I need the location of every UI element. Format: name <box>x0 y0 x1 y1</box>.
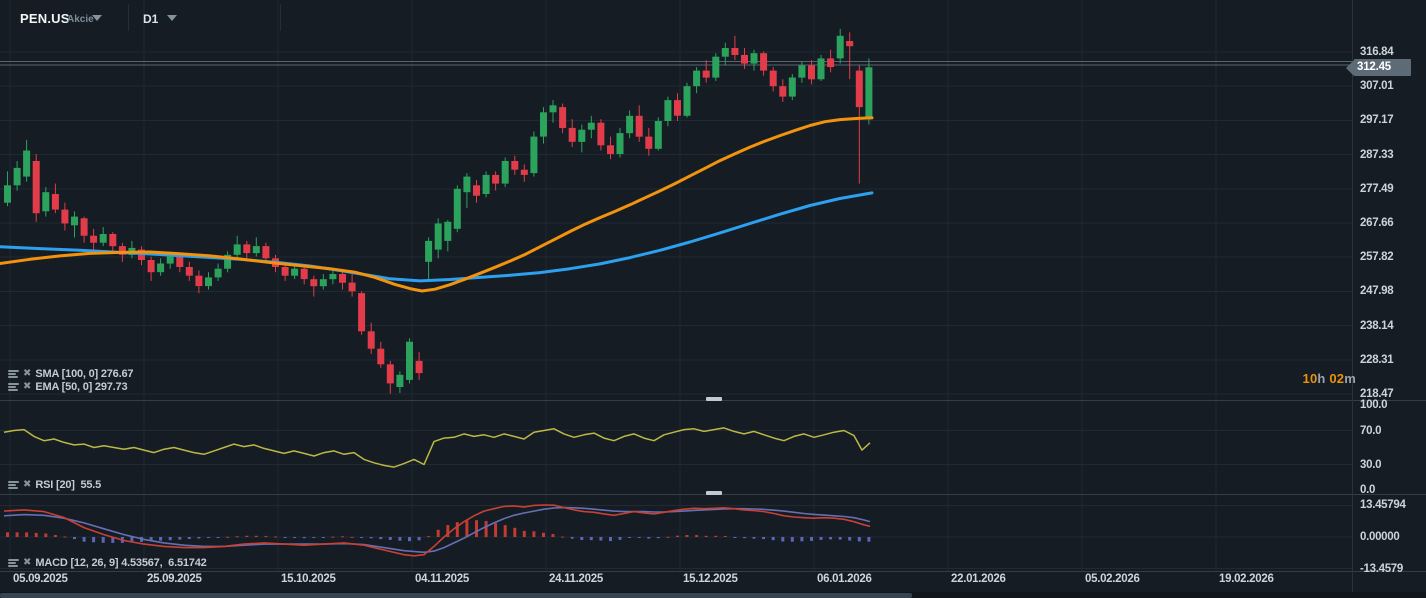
horizontal-scrollbar-thumb[interactable] <box>0 593 912 598</box>
countdown-hours: 10 <box>1302 371 1318 386</box>
date-axis-label: 15.12.2025 <box>683 573 738 585</box>
price-axis-label: 297.17 <box>1360 114 1394 127</box>
date-axis-label: 25.09.2025 <box>147 573 202 585</box>
ema-legend-row: ✖ EMA [50, 0] 297.73 <box>8 381 128 393</box>
header-divider <box>280 4 281 31</box>
date-axis-label: 19.02.2026 <box>1219 573 1274 585</box>
countdown-minutes-unit: m <box>1344 371 1356 386</box>
price-axis-label: 307.01 <box>1360 80 1394 93</box>
macd-settings-icon[interactable] <box>8 558 19 568</box>
date-axis-label: 05.02.2026 <box>1085 573 1140 585</box>
price-tag-value: 312.45 <box>1354 59 1411 76</box>
ema-label: EMA [50, 0] 297.73 <box>35 381 128 393</box>
ema-remove-icon[interactable]: ✖ <box>23 382 31 392</box>
date-axis-label: 06.01.2026 <box>817 573 872 585</box>
vertical-gridlines <box>9 0 1217 571</box>
macd-label: MACD [12, 26, 9] 4.53567, 6.51742 <box>35 557 207 569</box>
date-axis-label: 22.01.2026 <box>951 573 1006 585</box>
price-axis-label: 228.31 <box>1360 353 1394 366</box>
price-axis-label: 257.82 <box>1360 251 1394 264</box>
panel-separators <box>0 0 1426 592</box>
countdown-hours-unit: h <box>1317 371 1326 386</box>
instrument-type-label: Akcie <box>67 14 94 25</box>
date-axis-label: 15.10.2025 <box>281 573 336 585</box>
rsi-legend-row: ✖ RSI [20] 55.5 <box>8 479 101 491</box>
sma-remove-icon[interactable]: ✖ <box>23 369 31 379</box>
price-axis-label: 247.98 <box>1360 285 1394 298</box>
price-axis-label: 238.14 <box>1360 319 1394 332</box>
rsi-line[interactable] <box>3 427 871 468</box>
timeframe-selector[interactable]: D1 <box>143 12 158 26</box>
macd-axis-label: 13.45794 <box>1360 499 1406 512</box>
timeframe-dropdown-caret-icon[interactable] <box>167 15 177 21</box>
ema-settings-icon[interactable] <box>8 382 19 392</box>
price-tag-arrow <box>1346 59 1354 76</box>
rsi-remove-icon[interactable]: ✖ <box>23 480 31 490</box>
rsi-axis-label: 0.0 <box>1360 484 1376 496</box>
candlesticks <box>4 28 873 394</box>
sma-settings-icon[interactable] <box>8 369 19 379</box>
rsi-axis-label: 100.0 <box>1360 399 1388 411</box>
header-divider <box>128 4 129 31</box>
rsi-gridlines <box>0 430 1352 465</box>
date-axis-label: 24.11.2025 <box>549 573 603 585</box>
chart-canvas[interactable] <box>0 0 1426 598</box>
sma-legend-row: ✖ SMA [100, 0] 276.67 <box>8 368 133 380</box>
ema50-line[interactable] <box>0 116 874 293</box>
rsi-settings-icon[interactable] <box>8 480 19 490</box>
current-price-lines <box>0 61 1352 66</box>
price-axis-label: 277.49 <box>1360 182 1394 195</box>
candle-countdown: 10h 02m <box>1210 371 1356 386</box>
current-price-tag: 312.45 <box>1346 59 1411 76</box>
price-axis-label: 316.84 <box>1360 46 1394 58</box>
price-axis-label: 287.33 <box>1360 148 1394 161</box>
trading-chart-window: PEN.US Akcie D1 ✖ SMA [100, 0] 276.67 ✖ … <box>0 0 1426 598</box>
rsi-axis-label: 30.0 <box>1360 458 1382 471</box>
panel-resize-handle[interactable] <box>706 397 722 401</box>
panel-resize-handle[interactable] <box>706 491 722 495</box>
sma-label: SMA [100, 0] 276.67 <box>35 368 134 380</box>
symbol-name[interactable]: PEN.US <box>20 11 70 26</box>
panel-resize-handles <box>706 397 722 495</box>
date-axis-label: 04.11.2025 <box>415 573 469 585</box>
horizontal-scrollbar-track[interactable] <box>0 592 1426 598</box>
macd-axis-label: -13.4579 <box>1360 562 1403 575</box>
macd-histogram <box>6 520 871 543</box>
chart-header: PEN.US Akcie D1 <box>0 0 1426 34</box>
countdown-minutes: 02 <box>1329 371 1345 386</box>
macd-remove-icon[interactable]: ✖ <box>23 558 31 568</box>
macd-axis-label: 0.00000 <box>1360 531 1400 543</box>
macd-legend-row: ✖ MACD [12, 26, 9] 4.53567, 6.51742 <box>8 557 207 569</box>
symbol-dropdown-caret-icon[interactable] <box>92 15 102 21</box>
rsi-label: RSI [20] 55.5 <box>35 479 102 491</box>
date-axis-label: 05.09.2025 <box>13 573 68 585</box>
price-axis-label: 267.66 <box>1360 216 1394 229</box>
rsi-axis-label: 70.0 <box>1360 424 1382 437</box>
